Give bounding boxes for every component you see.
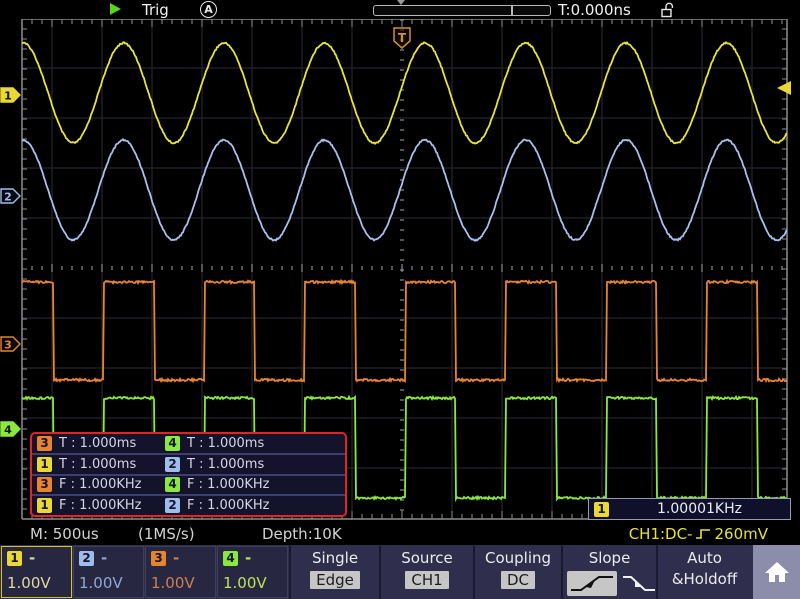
channel-1-badge: 1 xyxy=(594,502,609,517)
trigger-settings-readout: CH1:DC- 260mV xyxy=(629,525,768,543)
waveform-traces xyxy=(22,42,787,499)
channel-1-trace xyxy=(22,42,787,144)
oscilloscope-screen: Trig A T:0.000ns 1 2 3 4 T 3 T : 1.000ms 4 T… xyxy=(0,0,800,599)
home-button[interactable] xyxy=(753,545,800,599)
measurement-row: 1 F : 1.000KHz 2 F : 1.000KHz xyxy=(32,496,345,515)
channel-4-badge: 4 xyxy=(165,477,180,492)
status-bar: M: 500us (1MS/s) Depth:10K CH1:DC- 260mV xyxy=(0,521,800,545)
measurement-cell: 1 T : 1.000ms xyxy=(32,455,160,474)
measurement-cell: 3 T : 1.000ms xyxy=(32,434,160,453)
measurement-row: 3 T : 1.000ms 4 T : 1.000ms xyxy=(32,434,345,455)
trigger-position-marker-label: T xyxy=(398,31,407,45)
channel-3-scale: 1.00V xyxy=(151,574,195,592)
trigger-position-pointer[interactable] xyxy=(397,0,405,5)
coupling-label: Coupling xyxy=(475,549,561,567)
rising-edge-icon xyxy=(695,527,711,541)
timebase-readout: M: 500us xyxy=(30,525,99,543)
falling-slope-option-icon[interactable] xyxy=(621,571,657,596)
measurement-cell: 2 T : 1.000ms xyxy=(160,455,264,474)
channel-2-box[interactable]: 2 - 1.00V xyxy=(73,546,144,598)
channel-3-badge: 3 xyxy=(37,436,52,451)
auto-trigger-mode-icon: A xyxy=(200,1,217,18)
channel-marker-label: 1 xyxy=(4,90,12,103)
measurement-value: F : 1.000KHz xyxy=(59,498,141,513)
channel-4-box[interactable]: 4 - 1.00V xyxy=(217,546,288,598)
measurement-panel: 3 T : 1.000ms 4 T : 1.000ms 1 T : 1.000m… xyxy=(30,432,347,517)
frequency-counter-value: 1.00001KHz xyxy=(609,501,790,517)
source-value[interactable]: CH1 xyxy=(405,571,448,589)
home-icon xyxy=(764,560,790,584)
trigger-level-arrow[interactable] xyxy=(777,81,791,95)
measurement-value: T : 1.000ms xyxy=(187,436,264,451)
channel-2-coupling: - xyxy=(101,549,107,567)
trigger-time-readout: T:0.000ns xyxy=(558,1,631,19)
menu-item-coupling[interactable]: Coupling DC xyxy=(475,545,561,599)
measurement-cell: 2 F : 1.000KHz xyxy=(160,496,269,515)
channel-4-badge: 4 xyxy=(165,436,180,451)
measurement-cell: 3 F : 1.000KHz xyxy=(32,476,160,495)
measurement-row: 3 F : 1.000KHz 4 F : 1.000KHz xyxy=(32,476,345,497)
channel-2-scale: 1.00V xyxy=(79,574,123,592)
channel-marker-label: 4 xyxy=(4,424,12,437)
menu-item-slope[interactable]: Slope xyxy=(563,545,656,599)
measurement-value: F : 1.000KHz xyxy=(187,477,269,492)
source-label: Source xyxy=(381,549,473,567)
channel-1-scale: 1.00V xyxy=(7,574,51,592)
channel-1-coupling: - xyxy=(29,549,35,567)
channel-marker-label: 2 xyxy=(4,191,12,204)
auto-holdoff-label-line2: &Holdoff xyxy=(658,570,751,588)
channel-1-box[interactable]: 1 - 1.00V xyxy=(1,546,72,598)
trigger-type-value[interactable]: Edge xyxy=(310,571,360,589)
rising-slope-option-icon[interactable] xyxy=(567,571,617,596)
unlock-icon[interactable] xyxy=(660,1,676,18)
channel-4-badge: 4 xyxy=(223,551,238,566)
channel-3-badge: 3 xyxy=(151,551,166,566)
bottom-menu-bar: 1 - 1.00V 2 - 1.00V 3 - 1.00V 4 - 1.00V … xyxy=(0,545,800,599)
measurement-value: F : 1.000KHz xyxy=(59,477,141,492)
menu-item-source[interactable]: Source CH1 xyxy=(381,545,473,599)
channel-1-badge: 1 xyxy=(7,551,22,566)
record-window-divider xyxy=(511,6,513,15)
coupling-value[interactable]: DC xyxy=(501,571,535,589)
measurement-cell: 1 F : 1.000KHz xyxy=(32,496,160,515)
top-status-bar: Trig A T:0.000ns xyxy=(0,0,800,19)
channel-1-badge: 1 xyxy=(37,457,52,472)
run-status-icon[interactable] xyxy=(110,3,121,15)
channel-3-coupling: - xyxy=(173,549,179,567)
measurement-cell: 4 T : 1.000ms xyxy=(160,434,264,453)
measurement-value: T : 1.000ms xyxy=(187,457,264,472)
measurement-cell: 4 F : 1.000KHz xyxy=(160,476,269,495)
trigger-type-label: Single xyxy=(291,549,379,567)
channel-marker-label: 3 xyxy=(4,339,12,352)
menu-item-auto-holdoff[interactable]: Auto &Holdoff xyxy=(658,545,751,599)
auto-holdoff-label-line1: Auto xyxy=(658,549,751,567)
menu-item-trigger-type[interactable]: Single Edge xyxy=(291,545,379,599)
channel-position-markers: 1 2 3 4 T xyxy=(1,28,791,437)
trigger-status-label: Trig xyxy=(142,1,169,19)
channel-2-trace xyxy=(22,139,787,240)
measurement-value: F : 1.000KHz xyxy=(187,498,269,513)
horizontal-position-indicator[interactable] xyxy=(373,5,551,16)
channel-2-badge: 2 xyxy=(79,551,94,566)
channel-2-badge: 2 xyxy=(165,498,180,513)
channel-1-badge: 1 xyxy=(37,498,52,513)
channel-4-coupling: - xyxy=(245,549,251,567)
trigger-level-value: 260mV xyxy=(714,525,768,543)
channel-3-box[interactable]: 3 - 1.00V xyxy=(145,546,216,598)
slope-label: Slope xyxy=(563,549,656,567)
measurement-value: T : 1.000ms xyxy=(59,457,136,472)
channel-4-scale: 1.00V xyxy=(223,574,267,592)
memory-depth-readout: Depth:10K xyxy=(262,525,342,543)
channel-3-trace xyxy=(22,281,787,381)
measurement-row: 1 T : 1.000ms 2 T : 1.000ms xyxy=(32,455,345,476)
slope-options xyxy=(567,571,657,597)
channel-3-badge: 3 xyxy=(37,477,52,492)
measurement-value: T : 1.000ms xyxy=(59,436,136,451)
frequency-counter: 1 1.00001KHz xyxy=(588,498,791,520)
trigger-source-coupling: CH1:DC- xyxy=(629,525,693,543)
channel-2-badge: 2 xyxy=(165,457,180,472)
sample-rate-readout: (1MS/s) xyxy=(138,525,195,543)
